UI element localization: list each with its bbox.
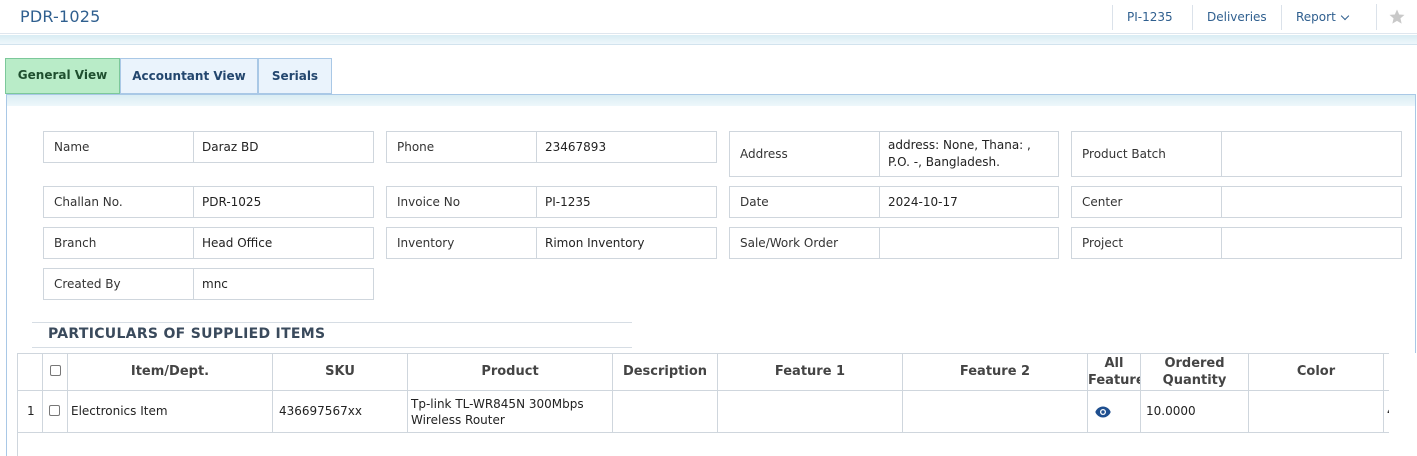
chevron-down-icon xyxy=(1340,11,1350,21)
cell-ordered-qty: 10.0000 xyxy=(1141,391,1249,433)
field-value xyxy=(1222,132,1401,176)
field-value: mnc xyxy=(202,277,228,291)
field-label: Project xyxy=(1072,228,1222,258)
section-divider xyxy=(32,322,632,323)
field-value xyxy=(1222,228,1401,258)
col-item-dept-header[interactable]: Item/Dept. xyxy=(68,354,273,390)
col-product-header[interactable]: Product xyxy=(408,354,613,390)
row-index: 1 xyxy=(27,404,35,418)
select-all-checkbox[interactable] xyxy=(49,365,61,376)
eye-icon[interactable] xyxy=(1095,406,1111,418)
favorite-button[interactable] xyxy=(1376,4,1417,30)
section-title: PARTICULARS OF SUPPLIED ITEMS xyxy=(48,326,326,342)
panel-band xyxy=(7,95,1415,106)
field-address: Address address: None, Thana: , P.O. -, … xyxy=(729,131,1059,177)
field-value: Head Office xyxy=(202,236,273,250)
field-phone: Phone 23467893 xyxy=(386,131,717,163)
field-value: Rimon Inventory xyxy=(545,236,645,250)
field-product-batch: Product Batch xyxy=(1071,131,1402,177)
tab-serials[interactable]: Serials xyxy=(258,58,332,94)
deliveries-button[interactable]: Deliveries xyxy=(1192,5,1281,30)
product-line1: Tp-link TL-WR845N 300Mbps xyxy=(411,397,584,411)
col-select-header xyxy=(43,354,68,390)
supplied-items-table: Item/Dept. SKU Product Description Featu… xyxy=(17,353,1389,456)
table-header: Item/Dept. SKU Product Description Featu… xyxy=(18,353,1389,391)
field-label: Phone xyxy=(387,132,537,162)
col-index-header xyxy=(18,354,43,390)
cell-sku: 436697567xx xyxy=(273,391,408,433)
col-feature2-header[interactable]: Feature 2 xyxy=(903,354,1088,390)
col-description-header[interactable]: Description xyxy=(613,354,718,390)
cell-feature1 xyxy=(718,391,903,433)
field-label: Center xyxy=(1072,187,1222,217)
col-ordered-qty-line1: Ordered xyxy=(1164,356,1225,371)
page-header: PDR-1025 PI-1235 Deliveries Report xyxy=(0,0,1417,34)
col-color-header[interactable]: Color xyxy=(1249,354,1384,390)
field-label: Address xyxy=(730,132,880,176)
product-line2: Wireless Router xyxy=(411,413,505,427)
field-value: 23467893 xyxy=(545,140,607,154)
field-center: Center xyxy=(1071,186,1402,218)
cell-product: Tp-link TL-WR845N 300Mbps Wireless Route… xyxy=(408,391,613,433)
field-label: Inventory xyxy=(387,228,537,258)
address-line-1: address: None, Thana: , xyxy=(888,138,1031,152)
field-challan-no: Challan No. PDR-1025 xyxy=(43,186,374,218)
field-label: Name xyxy=(44,132,194,162)
star-icon xyxy=(1389,9,1405,24)
cell-feature2 xyxy=(903,391,1088,433)
field-branch: Branch Head Office xyxy=(43,227,374,259)
row-index-cell: 1 xyxy=(18,391,43,433)
field-label: Product Batch xyxy=(1072,132,1222,176)
pi-link-button[interactable]: PI-1235 xyxy=(1112,5,1187,30)
field-created-by: Created By mnc xyxy=(43,268,374,300)
tab-accountant-view[interactable]: Accountant View xyxy=(120,58,258,94)
field-sale-work-order: Sale/Work Order xyxy=(729,227,1059,259)
page-title: PDR-1025 xyxy=(20,7,101,26)
field-value xyxy=(880,228,1058,258)
field-label: Date xyxy=(730,187,880,217)
field-inventory: Inventory Rimon Inventory xyxy=(386,227,717,259)
field-label: Branch xyxy=(44,228,194,258)
field-value xyxy=(1222,187,1401,217)
field-value: PDR-1025 xyxy=(202,195,262,209)
field-project: Project xyxy=(1071,227,1402,259)
field-label: Challan No. xyxy=(44,187,194,217)
address-line-2: P.O. -, Bangladesh. xyxy=(888,155,1000,169)
field-value: address: None, Thana: , P.O. -, Banglade… xyxy=(880,132,1058,176)
cell-description xyxy=(613,391,718,433)
col-sku-header[interactable]: SKU xyxy=(273,354,408,390)
col-ordered-qty-header[interactable]: Ordered Quantity xyxy=(1141,354,1249,390)
field-value: 2024-10-17 xyxy=(888,195,958,209)
row-checkbox[interactable] xyxy=(49,405,60,416)
col-all-feature-header[interactable]: All Feature xyxy=(1088,354,1141,390)
col-all-feature-line1: All xyxy=(1104,356,1124,371)
table-right-edge xyxy=(1389,353,1417,456)
col-feature1-header[interactable]: Feature 1 xyxy=(718,354,903,390)
tab-general-view[interactable]: General View xyxy=(5,58,120,94)
field-value: PI-1235 xyxy=(545,195,591,209)
sku-value: 436697567xx xyxy=(279,404,362,418)
header-band xyxy=(0,35,1417,45)
field-name: Name Daraz BD xyxy=(43,131,374,163)
cell-item-dept: Electronics Item xyxy=(68,391,273,433)
col-all-feature-line2: Feature xyxy=(1088,373,1141,388)
report-dropdown-button[interactable]: Report xyxy=(1281,5,1362,30)
section-divider xyxy=(32,347,632,348)
product-value: Tp-link TL-WR845N 300Mbps Wireless Route… xyxy=(411,396,584,428)
item-dept-value: Electronics Item xyxy=(71,404,168,418)
report-label: Report xyxy=(1296,10,1336,24)
row-select-cell xyxy=(43,391,68,433)
field-label: Created By xyxy=(44,269,194,299)
field-invoice-no: Invoice No PI-1235 xyxy=(386,186,717,218)
field-value: Daraz BD xyxy=(202,140,259,154)
cell-color xyxy=(1249,391,1384,433)
table-row: 1 Electronics Item 436697567xx Tp-link T… xyxy=(18,391,1389,433)
col-ordered-qty-line2: Quantity xyxy=(1162,373,1227,388)
field-date: Date 2024-10-17 xyxy=(729,186,1059,218)
ordered-qty-value: 10.0000 xyxy=(1146,404,1196,418)
field-label: Invoice No xyxy=(387,187,537,217)
cell-all-feature xyxy=(1088,391,1141,433)
field-label: Sale/Work Order xyxy=(730,228,880,258)
